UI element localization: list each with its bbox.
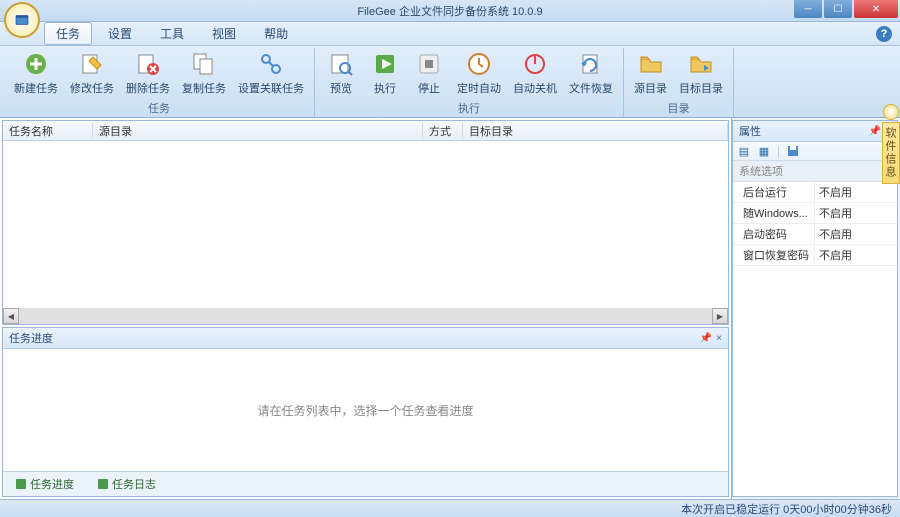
shutdown-button[interactable]: 自动关机 — [507, 48, 563, 99]
props-key: 后台运行 — [733, 182, 815, 202]
scroll-track[interactable] — [19, 308, 712, 324]
menu-tools[interactable]: 工具 — [148, 22, 196, 45]
props-value[interactable]: 不启用 — [815, 224, 897, 244]
ribbon-group-exec: 预览 执行 停止 定时自动 自动关机 文件恢复 执行 — [315, 48, 624, 117]
categorize-icon[interactable]: ▤ — [737, 144, 751, 158]
copy-task-button[interactable]: 复制任务 — [176, 48, 232, 99]
maximize-button[interactable]: ☐ — [824, 0, 852, 18]
progress-tab-icon — [16, 479, 26, 489]
ribbon-group-task: 新建任务 修改任务 删除任务 复制任务 设置关联任务 任务 — [4, 48, 315, 117]
properties-toolbar: ▤ ▦ | — [733, 142, 897, 161]
side-tab-software-info[interactable]: 软件信息 — [882, 122, 900, 184]
props-key: 随Windows... — [733, 203, 815, 223]
ribbon-group-dir-label: 目录 — [628, 99, 729, 117]
task-list-body[interactable] — [3, 141, 728, 308]
src-dir-button[interactable]: 源目录 — [628, 48, 673, 99]
menu-task[interactable]: 任务 — [44, 22, 92, 45]
bottom-tabs: 任务进度 任务日志 — [3, 471, 728, 496]
menubar: 任务 设置 工具 视图 帮助 ? — [0, 22, 900, 46]
status-text: 本次开启已稳定运行 0天00小时00分钟36秒 — [681, 501, 900, 517]
col-src-dir[interactable]: 源目录 — [93, 123, 423, 139]
edit-task-button[interactable]: 修改任务 — [64, 48, 120, 99]
pin-icon[interactable]: 📌 — [869, 126, 881, 137]
window-controls: ─ ☐ ✕ — [794, 0, 900, 21]
scroll-left-icon[interactable]: ◀ — [3, 308, 19, 324]
tab-task-progress[interactable]: 任务进度 — [7, 474, 83, 494]
properties-title: 属性 📌 × — [733, 121, 897, 142]
delete-task-button[interactable]: 删除任务 — [120, 48, 176, 99]
props-rows: 后台运行不启用随Windows...不启用启动密码不启用窗口恢复密码不启用 — [733, 182, 897, 266]
statusbar: 本次开启已稳定运行 0天00小时00分钟36秒 — [0, 499, 900, 517]
pin-icon[interactable]: 📌 — [700, 333, 712, 344]
col-mode[interactable]: 方式 — [423, 123, 463, 139]
ribbon-group-exec-label: 执行 — [319, 99, 619, 117]
ribbon: 新建任务 修改任务 删除任务 复制任务 设置关联任务 任务 预览 执行 停止 定… — [0, 46, 900, 118]
menu-help[interactable]: 帮助 — [252, 22, 300, 45]
progress-panel-label: 任务进度 — [9, 330, 53, 346]
hscrollbar[interactable]: ◀ ▶ — [3, 308, 728, 324]
menu-view[interactable]: 视图 — [200, 22, 248, 45]
props-row[interactable]: 启动密码不启用 — [733, 224, 897, 245]
right-column: 属性 📌 × ▤ ▦ | 系统选项 后台运行不启用随Windows...不启用启… — [732, 118, 900, 499]
panel-close-icon[interactable]: × — [716, 333, 722, 344]
task-list-panel: 任务名称 源目录 方式 目标目录 ◀ ▶ — [2, 120, 729, 325]
col-task-name[interactable]: 任务名称 — [3, 123, 93, 139]
restore-button[interactable]: 文件恢复 — [563, 48, 619, 99]
progress-empty-text: 请在任务列表中，选择一个任务查看进度 — [257, 402, 473, 419]
props-row[interactable]: 窗口恢复密码不启用 — [733, 245, 897, 266]
sort-icon[interactable]: ▦ — [757, 144, 771, 158]
properties-panel: 属性 📌 × ▤ ▦ | 系统选项 后台运行不启用随Windows...不启用启… — [732, 120, 898, 497]
scroll-right-icon[interactable]: ▶ — [712, 308, 728, 324]
side-tab-icon[interactable] — [883, 104, 899, 120]
col-dst-dir[interactable]: 目标目录 — [463, 123, 728, 139]
titlebar: FileGee 企业文件同步备份系统 10.0.9 ─ ☐ ✕ — [0, 0, 900, 22]
props-value[interactable]: 不启用 — [815, 245, 897, 265]
ribbon-group-task-label: 任务 — [8, 99, 310, 117]
stop-button[interactable]: 停止 — [407, 48, 451, 99]
related-task-button[interactable]: 设置关联任务 — [232, 48, 310, 99]
task-list-header: 任务名称 源目录 方式 目标目录 — [3, 121, 728, 141]
close-button[interactable]: ✕ — [854, 0, 898, 18]
new-task-button[interactable]: 新建任务 — [8, 48, 64, 99]
minimize-button[interactable]: ─ — [794, 0, 822, 18]
preview-button[interactable]: 预览 — [319, 48, 363, 99]
run-button[interactable]: 执行 — [363, 48, 407, 99]
props-key: 启动密码 — [733, 224, 815, 244]
app-logo[interactable] — [4, 2, 40, 38]
props-key: 窗口恢复密码 — [733, 245, 815, 265]
props-group-header[interactable]: 系统选项 — [733, 161, 897, 182]
schedule-button[interactable]: 定时自动 — [451, 48, 507, 99]
props-value[interactable]: 不启用 — [815, 182, 897, 202]
tab-task-log[interactable]: 任务日志 — [89, 474, 165, 494]
props-row[interactable]: 随Windows...不启用 — [733, 203, 897, 224]
menu-settings[interactable]: 设置 — [96, 22, 144, 45]
dst-dir-button[interactable]: 目标目录 — [673, 48, 729, 99]
props-value[interactable]: 不启用 — [815, 203, 897, 223]
left-column: 任务名称 源目录 方式 目标目录 ◀ ▶ 任务进度 📌 × 请在任务列表中，选择… — [0, 118, 732, 499]
ribbon-group-dir: 源目录 目标目录 目录 — [624, 48, 734, 117]
progress-panel: 任务进度 📌 × 请在任务列表中，选择一个任务查看进度 任务进度 任务日志 — [2, 327, 729, 497]
main-area: 任务名称 源目录 方式 目标目录 ◀ ▶ 任务进度 📌 × 请在任务列表中，选择… — [0, 118, 900, 499]
progress-panel-title: 任务进度 📌 × — [3, 328, 728, 349]
progress-body: 请在任务列表中，选择一个任务查看进度 — [3, 349, 728, 471]
help-icon[interactable]: ? — [876, 26, 892, 42]
window-title: FileGee 企业文件同步备份系统 10.0.9 — [357, 3, 542, 19]
log-tab-icon — [98, 479, 108, 489]
props-row[interactable]: 后台运行不启用 — [733, 182, 897, 203]
save-icon[interactable] — [786, 144, 800, 158]
